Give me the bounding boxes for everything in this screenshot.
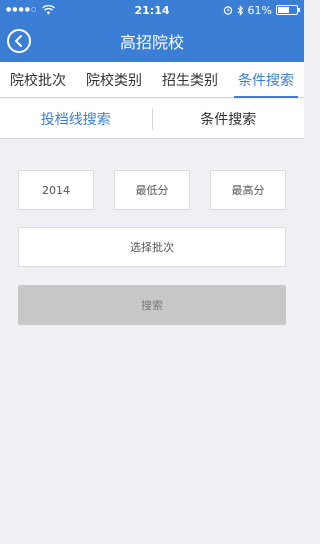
bluetooth-icon (237, 4, 243, 16)
alarm-icon (223, 6, 232, 15)
status-bar: ●●●●○ 21:14 61% (0, 0, 304, 20)
tab-school-batch[interactable]: 院校批次 (0, 62, 76, 97)
tab-label: 条件搜索 (238, 72, 294, 89)
battery-icon (276, 5, 300, 15)
sub-tab-score-line-search[interactable]: 投档线搜索 (0, 109, 152, 129)
chevron-left-icon (15, 35, 22, 47)
nav-bar: 高招院校 (0, 20, 304, 62)
battery-fill (278, 7, 289, 13)
tab-enrollment-category[interactable]: 招生类别 (152, 62, 228, 97)
tab-bar: 院校批次 院校类别 招生类别 条件搜索 (0, 62, 304, 98)
batch-select[interactable]: 选择批次 (18, 227, 286, 267)
tab-label: 招生类别 (162, 72, 218, 89)
max-score-field[interactable]: 最高分 (210, 170, 286, 210)
tab-label: 院校类别 (86, 72, 142, 89)
search-button[interactable]: 搜索 (18, 285, 286, 325)
sub-tab-condition-search[interactable]: 条件搜索 (153, 109, 305, 129)
year-field[interactable]: 2014 (18, 170, 94, 210)
battery-percent: 61% (247, 3, 272, 17)
score-filter-row: 2014 最低分 最高分 (18, 170, 286, 210)
min-score-field[interactable]: 最低分 (114, 170, 190, 210)
signal-strength-icon: ●●●●○ (6, 6, 38, 13)
tab-label: 院校批次 (10, 72, 66, 89)
tab-condition-search[interactable]: 条件搜索 (228, 62, 304, 98)
back-button[interactable] (7, 29, 31, 53)
status-right: 61% (223, 3, 300, 17)
status-left: ●●●●○ (6, 5, 56, 15)
wifi-icon (42, 5, 56, 15)
sub-tab-bar: 投档线搜索 条件搜索 (0, 99, 304, 139)
page-title: 高招院校 (119, 33, 184, 52)
tab-school-category[interactable]: 院校类别 (76, 62, 152, 97)
